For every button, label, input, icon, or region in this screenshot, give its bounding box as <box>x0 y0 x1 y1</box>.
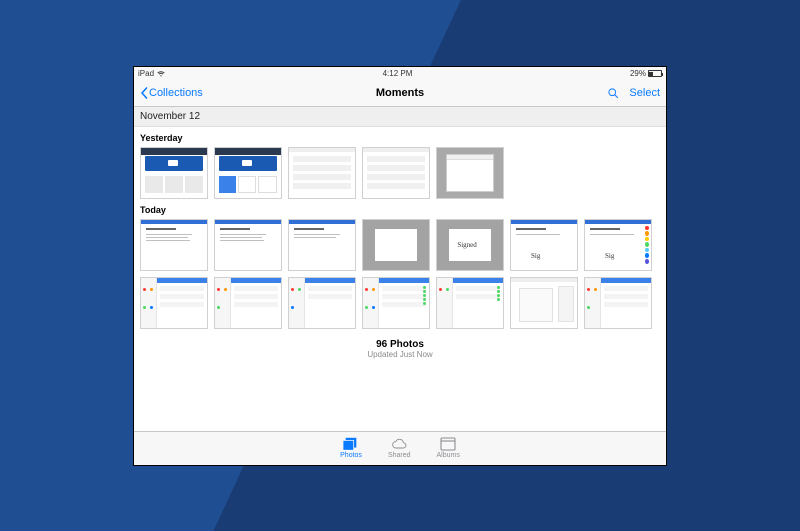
group-title-yesterday: Yesterday <box>140 133 660 143</box>
photo-thumbnail[interactable] <box>362 277 430 329</box>
photo-thumbnail[interactable] <box>436 277 504 329</box>
photo-count-footer: 96 Photos Updated Just Now <box>140 339 660 359</box>
tab-label: Shared <box>388 452 411 459</box>
photo-thumbnail[interactable] <box>436 147 504 199</box>
photo-thumbnail[interactable] <box>140 219 208 271</box>
photo-thumbnail[interactable] <box>584 277 652 329</box>
section-header: November 12 <box>134 107 666 127</box>
photo-thumbnail[interactable] <box>362 147 430 199</box>
tab-albums[interactable]: Albums <box>437 437 460 459</box>
battery-percent: 29% <box>630 69 646 78</box>
status-bar: iPad 4:12 PM 29% <box>134 67 666 81</box>
photo-thumbnail[interactable] <box>214 147 282 199</box>
photo-thumbnail[interactable]: Sig <box>584 219 652 271</box>
cloud-icon <box>391 437 407 451</box>
photo-thumbnail[interactable] <box>140 147 208 199</box>
tab-shared[interactable]: Shared <box>388 437 411 459</box>
thumb-row <box>140 277 660 329</box>
battery-icon <box>648 70 662 77</box>
back-button[interactable]: Collections <box>140 87 203 99</box>
updated-label: Updated Just Now <box>140 350 660 359</box>
photo-thumbnail[interactable] <box>288 277 356 329</box>
group-title-today: Today <box>140 205 660 215</box>
photo-thumbnail[interactable] <box>140 277 208 329</box>
photo-thumbnail[interactable] <box>362 219 430 271</box>
status-left: iPad <box>138 69 165 78</box>
tab-label: Albums <box>437 452 460 459</box>
section-date: November 12 <box>140 111 200 122</box>
thumb-row: Signed Sig Sig <box>140 219 660 271</box>
back-label: Collections <box>149 87 203 99</box>
photo-thumbnail[interactable] <box>214 219 282 271</box>
content-area[interactable]: Yesterday Today Signed Sig Sig <box>134 127 666 431</box>
photo-thumbnail[interactable]: Signed <box>436 219 504 271</box>
device-label: iPad <box>138 69 154 78</box>
photo-count: 96 Photos <box>140 339 660 350</box>
select-button[interactable]: Select <box>629 87 660 99</box>
thumb-row <box>140 147 660 199</box>
wifi-icon <box>157 71 165 77</box>
photo-thumbnail[interactable] <box>288 219 356 271</box>
photos-icon <box>343 437 359 451</box>
photo-thumbnail[interactable] <box>510 277 578 329</box>
chevron-left-icon <box>140 87 148 99</box>
ipad-window: iPad 4:12 PM 29% Collections Moments Sel… <box>133 66 667 466</box>
photo-thumbnail[interactable]: Sig <box>510 219 578 271</box>
nav-bar: Collections Moments Select <box>134 81 666 107</box>
status-right: 29% <box>630 69 662 78</box>
tab-bar: Photos Shared Albums <box>134 431 666 465</box>
tab-label: Photos <box>340 452 362 459</box>
tab-photos[interactable]: Photos <box>340 437 362 459</box>
search-icon[interactable] <box>607 87 619 99</box>
photo-thumbnail[interactable] <box>288 147 356 199</box>
photo-thumbnail[interactable] <box>214 277 282 329</box>
page-background: iPad 4:12 PM 29% Collections Moments Sel… <box>0 0 800 531</box>
status-time: 4:12 PM <box>383 69 413 78</box>
page-title: Moments <box>134 87 666 99</box>
albums-icon <box>440 437 456 451</box>
